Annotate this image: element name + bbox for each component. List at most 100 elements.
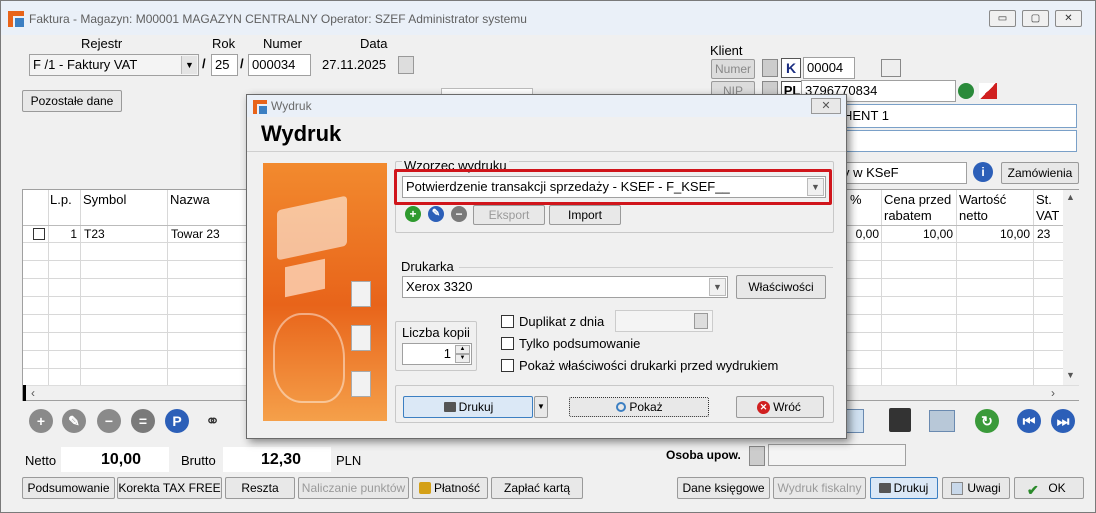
wzorzec-select[interactable]: Potwierdzenie transakcji sprzedaży - KSE… [402, 176, 826, 198]
tylko-podsumowanie-label: Tylko podsumowanie [519, 336, 641, 351]
eksport-button[interactable]: Eksport [473, 205, 545, 225]
printer-icon [879, 483, 891, 493]
printer-illustration [263, 163, 387, 421]
flag-icon[interactable] [979, 83, 997, 99]
row-checkbox[interactable] [33, 228, 45, 240]
last-icon[interactable]: ⏭ [1051, 409, 1075, 433]
pokaz-button[interactable]: Pokaż [569, 397, 709, 417]
liczba-kopii-input[interactable]: 1 ▲ ▼ [402, 343, 472, 365]
vertical-scrollbar[interactable]: ▲ ▼ [1063, 190, 1079, 385]
ok-label: OK [1048, 481, 1066, 495]
pozostale-dane-button[interactable]: Pozostałe dane [22, 90, 122, 112]
klient-name-field[interactable]: HENT 1 [839, 104, 1077, 128]
invoice-window: Faktura - Magazyn: M00001 MAGAZYN CENTRA… [0, 0, 1096, 513]
naliczanie-punktow-button[interactable]: Naliczanie punktów [298, 477, 409, 499]
row-vat: 23 [1037, 227, 1051, 241]
list-icon[interactable] [762, 59, 778, 77]
globe-icon[interactable] [958, 83, 974, 99]
edit-icon[interactable]: ✎ [62, 409, 86, 433]
magnifier-icon [616, 402, 626, 412]
minimize-button[interactable]: ▭ [989, 10, 1016, 27]
klient-numer-input[interactable]: 00004 [803, 57, 855, 79]
dane-ksiegowe-button[interactable]: Dane księgowe [677, 477, 770, 499]
spin-down-icon[interactable]: ▼ [455, 354, 470, 363]
liczba-kopii-label: Liczba kopii [402, 325, 470, 340]
maximize-button[interactable]: ▢ [1022, 10, 1049, 27]
wlasciwosci-button[interactable]: Właściwości [736, 275, 826, 299]
uwagi-button[interactable]: Uwagi [942, 477, 1010, 499]
drukuj-button[interactable]: Drukuj [870, 477, 938, 499]
klient-address-field[interactable] [839, 130, 1077, 152]
zamowienia-button[interactable]: Zamówienia [1001, 162, 1079, 184]
chevron-down-icon[interactable]: ▼ [181, 56, 197, 74]
dialog-drukuj-button[interactable]: Drukuj [403, 396, 533, 418]
spin-up-icon[interactable]: ▲ [455, 345, 470, 354]
rok-input[interactable]: 25 [211, 54, 238, 76]
platnosc-button[interactable]: Płatność [412, 477, 488, 499]
close-icon[interactable]: ✕ [811, 98, 841, 114]
currency-label: PLN [336, 453, 362, 468]
drukuj-dropdown-button[interactable]: ▼ [534, 396, 548, 418]
edit-icon[interactable]: ✎ [428, 206, 444, 222]
korekta-tax-free-button[interactable]: Korekta TAX FREE [117, 477, 222, 499]
chevron-down-icon[interactable]: ▼ [709, 278, 726, 296]
zaplac-karta-button[interactable]: Zapłać kartą [491, 477, 583, 499]
col-header-rabat: % [850, 192, 862, 207]
drukarka-select[interactable]: Xerox 3320 ▼ [402, 276, 728, 298]
batch-delete-icon[interactable]: = [131, 409, 155, 433]
checkmark-icon: ✔ [1027, 482, 1039, 498]
numer-input[interactable]: 000034 [248, 54, 311, 76]
rejestr-select[interactable]: F /1 - Faktury VAT ▼ [29, 54, 199, 76]
document-icon[interactable] [846, 409, 864, 433]
scroll-right-icon[interactable]: › [1051, 386, 1055, 400]
duplikat-checkbox[interactable] [501, 315, 514, 328]
list-icon[interactable] [749, 446, 765, 466]
printer-icon [444, 402, 456, 412]
save-icon[interactable] [889, 408, 911, 432]
pokaz-wlasciwosci-checkbox[interactable] [501, 359, 514, 372]
add-icon[interactable]: + [29, 409, 53, 433]
remove-icon[interactable]: − [451, 206, 467, 222]
reszta-button[interactable]: Reszta [225, 477, 295, 499]
copy-icon[interactable] [929, 410, 955, 432]
numer-button[interactable]: Numer [711, 59, 755, 79]
row-symbol: T23 [84, 227, 105, 241]
netto-label: Netto [25, 453, 57, 468]
title-bar: Faktura - Magazyn: M00001 MAGAZYN CENTRA… [1, 1, 1095, 35]
klient-label: Klient [710, 43, 743, 58]
info-icon[interactable]: i [973, 162, 993, 182]
date-value[interactable]: 27.11.2025 [322, 57, 386, 72]
wydruk-fiskalny-button[interactable]: Wydruk fiskalny [773, 477, 866, 499]
remove-icon[interactable]: − [97, 409, 121, 433]
osoba-upow-input[interactable] [768, 444, 906, 466]
dialog-heading: Wydruk [261, 121, 342, 146]
data-label: Data [360, 36, 388, 51]
refresh-icon[interactable]: ↻ [975, 409, 999, 433]
import-button[interactable]: Import [549, 205, 621, 225]
ok-button[interactable]: ✔ OK [1014, 477, 1084, 499]
chevron-down-icon[interactable]: ▼ [807, 178, 824, 196]
p-icon[interactable]: P [165, 409, 189, 433]
binoculars-icon[interactable]: ⚭ [205, 411, 233, 431]
numer-label: Numer [263, 36, 303, 51]
scroll-left-icon[interactable]: ‹ [31, 386, 35, 400]
dialog-title-bar: Wydruk ✕ [247, 95, 846, 117]
ksef-field: y w KSeF [839, 162, 967, 184]
rejestr-value: F /1 - Faktury VAT [33, 57, 138, 72]
scroll-down-icon[interactable]: ▼ [1066, 370, 1075, 380]
first-icon[interactable]: ⏮ [1017, 409, 1041, 433]
podsumowanie-button[interactable]: Podsumowanie [22, 477, 115, 499]
scroll-thumb[interactable] [23, 385, 26, 401]
wroc-button[interactable]: ✕ Wróć [736, 396, 824, 418]
tylko-podsumowanie-checkbox[interactable] [501, 337, 514, 350]
duplikat-date-input[interactable] [615, 310, 713, 332]
row-lp: 1 [70, 227, 77, 241]
refresh-icon[interactable] [881, 59, 901, 77]
col-header-wartosc: Wartość [959, 192, 1007, 207]
col-header-vat-line2: VAT [1036, 208, 1060, 223]
add-icon[interactable]: + [405, 206, 421, 222]
calendar-icon[interactable] [398, 56, 414, 74]
calendar-icon[interactable] [694, 313, 708, 329]
close-button[interactable]: ✕ [1055, 10, 1082, 27]
scroll-up-icon[interactable]: ▲ [1066, 192, 1075, 202]
